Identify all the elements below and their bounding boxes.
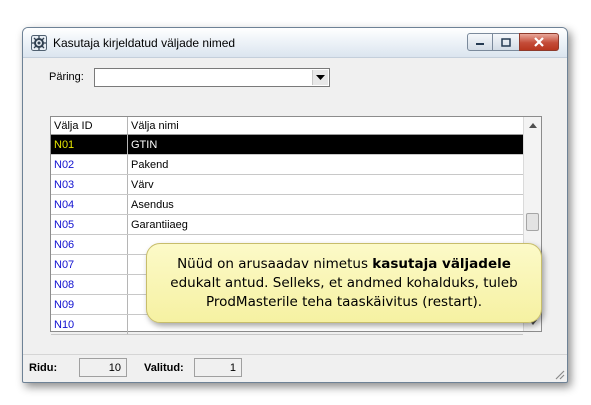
- table-row[interactable]: N01 GTIN: [51, 135, 523, 155]
- field-name-cell[interactable]: Asendus: [128, 195, 523, 214]
- callout-text-1: Nüüd on arusaadav nimetus: [177, 255, 373, 272]
- scroll-thumb[interactable]: [526, 213, 539, 231]
- query-select[interactable]: [94, 68, 330, 87]
- field-id-cell[interactable]: N09: [51, 295, 128, 314]
- field-name-cell[interactable]: Garantiiaeg: [128, 215, 523, 234]
- callout-line-2: edukalt antud. Selleks, et andmed kohald…: [170, 274, 518, 291]
- selected-count-value-box: 1: [194, 358, 242, 377]
- table-row[interactable]: N05 Garantiiaeg: [51, 215, 523, 235]
- rows-count-label: Ridu:: [29, 362, 58, 374]
- selected-count-value: 1: [229, 361, 236, 374]
- query-dropdown-button[interactable]: [312, 70, 328, 85]
- status-bar: Ridu: 10 Valitud: 1: [23, 354, 567, 382]
- window-controls: [467, 33, 559, 51]
- app-gear-icon: [31, 35, 47, 51]
- table-row[interactable]: N02 Pakend: [51, 155, 523, 175]
- field-name-cell[interactable]: Värv: [128, 175, 523, 194]
- field-id-cell[interactable]: N07: [51, 255, 128, 274]
- table-row[interactable]: N04 Asendus: [51, 195, 523, 215]
- callout-line-3: ProdMasterile teha taaskäivitus (restart…: [205, 293, 483, 310]
- callout-line-1: Nüüd on arusaadav nimetus kasutaja välja…: [177, 255, 511, 274]
- window-title: Kasutaja kirjeldatud väljade nimed: [53, 36, 236, 50]
- title-bar[interactable]: Kasutaja kirjeldatud väljade nimed: [23, 28, 567, 58]
- query-label: Päring:: [49, 71, 84, 83]
- resize-grip-icon[interactable]: [553, 368, 565, 380]
- minimize-button[interactable]: [467, 33, 493, 51]
- field-id-cell[interactable]: N05: [51, 215, 128, 234]
- field-name-cell[interactable]: Pakend: [128, 155, 523, 174]
- field-id-cell[interactable]: N08: [51, 275, 128, 294]
- maximize-icon: [501, 37, 511, 47]
- chevron-down-icon: [316, 74, 325, 80]
- selected-count-label: Valitud:: [144, 362, 184, 374]
- callout-highlight: kasutaja väljadele: [372, 255, 511, 272]
- field-id-cell[interactable]: N04: [51, 195, 128, 214]
- field-id-cell[interactable]: N02: [51, 155, 128, 174]
- field-id-cell[interactable]: N10: [51, 315, 128, 334]
- table-row[interactable]: N03 Värv: [51, 175, 523, 195]
- column-header-name[interactable]: Välja nimi: [128, 117, 523, 134]
- arrow-up-icon: [528, 123, 537, 128]
- field-name-cell[interactable]: GTIN: [128, 135, 523, 154]
- field-id-cell[interactable]: N01: [51, 135, 128, 154]
- field-id-cell[interactable]: N03: [51, 175, 128, 194]
- scroll-up-button[interactable]: [524, 117, 541, 134]
- dialog-window: Kasutaja kirjeldatud väljade nimed Pärin…: [22, 27, 568, 383]
- column-header-id[interactable]: Välja ID: [51, 117, 128, 134]
- minimize-icon: [476, 43, 484, 45]
- info-callout: Nüüd on arusaadav nimetus kasutaja välja…: [146, 243, 542, 323]
- table-header: Välja ID Välja nimi: [51, 117, 523, 135]
- rows-count-value-box: 10: [79, 358, 127, 377]
- maximize-button[interactable]: [493, 33, 519, 51]
- close-button[interactable]: [519, 33, 559, 51]
- close-icon: [534, 37, 544, 47]
- rows-count-value: 10: [108, 361, 121, 374]
- field-id-cell[interactable]: N06: [51, 235, 128, 254]
